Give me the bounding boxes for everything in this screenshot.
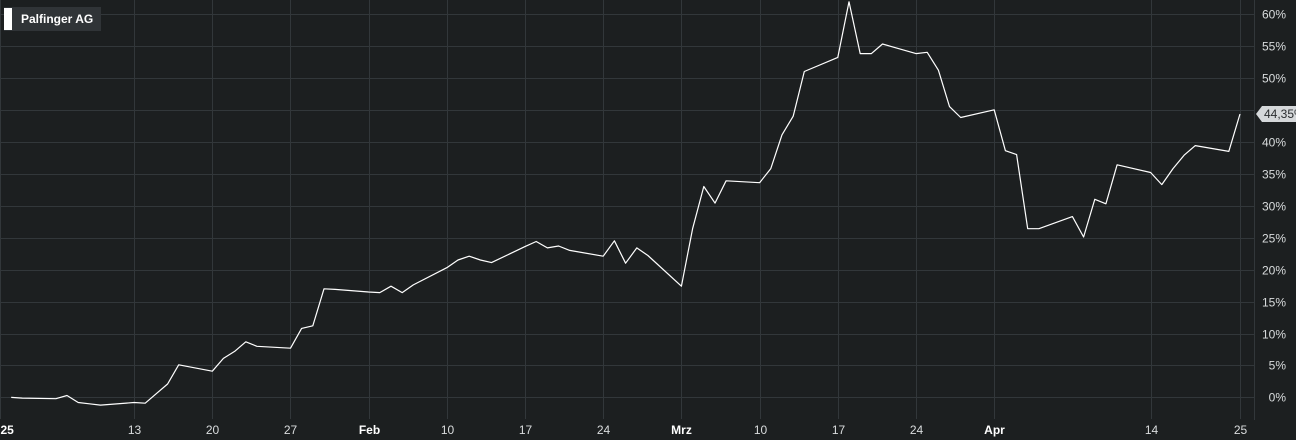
y-tick-label: 55% <box>1262 40 1286 54</box>
grid <box>0 0 1255 420</box>
last-value-marker: 44,35% <box>1256 105 1296 122</box>
x-tick-label: 24 <box>597 423 611 437</box>
x-tick-label: Feb <box>359 423 380 437</box>
y-tick-label: 30% <box>1262 200 1286 214</box>
x-tick-label: 20 <box>206 423 220 437</box>
y-tick-label: 60% <box>1262 8 1286 22</box>
x-tick-label: 17 <box>832 423 846 437</box>
y-tick-label: 50% <box>1262 72 1286 86</box>
y-tick-label: 35% <box>1262 168 1286 182</box>
series-line <box>11 1 1241 406</box>
x-tick-label: 27 <box>284 423 298 437</box>
x-tick-label: 2025 <box>0 423 14 437</box>
y-tick-label: 5% <box>1269 359 1287 373</box>
x-tick-label: 10 <box>754 423 768 437</box>
x-tick-label: 14 <box>1145 423 1159 437</box>
series-layer <box>11 1 1241 406</box>
y-tick-label: 20% <box>1262 264 1286 278</box>
x-tick-label: Apr <box>984 423 1005 437</box>
x-tick-label: 17 <box>519 423 533 437</box>
x-tick-label: 10 <box>441 423 455 437</box>
last-value-label: 44,35% <box>1264 107 1296 121</box>
legend[interactable]: Palfinger AG <box>4 7 102 31</box>
y-tick-label: 10% <box>1262 328 1286 342</box>
y-axis: 0%5%10%15%20%25%30%35%40%45%50%55%60% <box>1262 8 1286 405</box>
y-tick-label: 0% <box>1269 391 1287 405</box>
chart: 0%5%10%15%20%25%30%35%40%45%50%55%60% 20… <box>0 0 1296 440</box>
legend-label: Palfinger AG <box>21 12 94 26</box>
x-tick-label: Mrz <box>671 423 692 437</box>
y-tick-label: 15% <box>1262 296 1286 310</box>
chart-canvas: 0%5%10%15%20%25%30%35%40%45%50%55%60% 20… <box>0 0 1296 437</box>
x-tick-label: 25 <box>1234 423 1248 437</box>
y-tick-label: 25% <box>1262 232 1286 246</box>
x-axis: 2025 13 20 27 Feb 10 17 24 Mrz 10 17 24 Apr 14 25 <box>0 423 1247 437</box>
y-tick-label: 40% <box>1262 136 1286 150</box>
x-tick-label: 24 <box>910 423 924 437</box>
x-tick-label: 13 <box>128 423 142 437</box>
legend-swatch <box>4 8 12 30</box>
